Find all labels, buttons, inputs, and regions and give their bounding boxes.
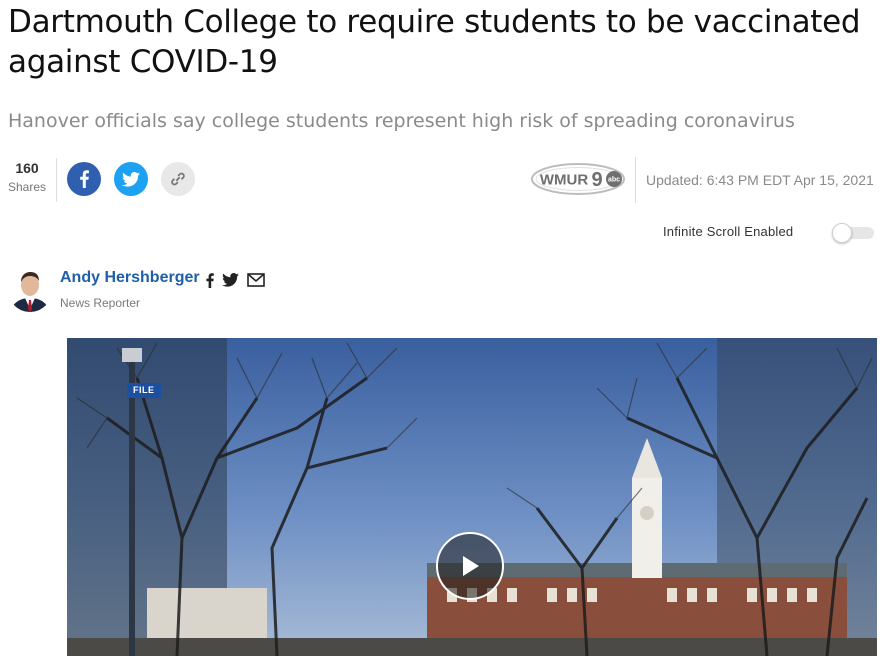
logo-network: abc [608, 177, 620, 184]
video-thumbnail [67, 338, 877, 656]
share-count: 160 Shares [6, 158, 48, 196]
email-icon [247, 273, 265, 287]
toggle-knob [832, 223, 852, 243]
updated-timestamp: Updated: 6:43 PM EDT Apr 15, 2021 [646, 172, 874, 188]
author-twitter-link[interactable] [222, 273, 239, 287]
logo-wordmark: WMUR [540, 172, 588, 189]
author-social-links [206, 271, 273, 289]
infinite-scroll-label: Infinite Scroll Enabled [663, 224, 794, 239]
logo-channel: 9 [591, 169, 602, 191]
author-facebook-link[interactable] [206, 272, 214, 288]
link-icon [171, 172, 185, 186]
video-play-button[interactable] [436, 532, 504, 600]
author-avatar[interactable] [8, 265, 52, 315]
author-role: News Reporter [60, 296, 141, 310]
author-email-link[interactable] [247, 273, 265, 287]
twitter-icon [122, 171, 140, 187]
video-player[interactable] [67, 338, 877, 656]
author-name-link[interactable]: Andy Hershberger [60, 268, 200, 288]
twitter-share-button[interactable] [114, 162, 148, 196]
play-icon [463, 556, 479, 576]
copy-link-button[interactable] [161, 162, 195, 196]
infinite-scroll-toggle[interactable] [832, 223, 874, 243]
article-headline: Dartmouth College to require students to… [8, 4, 861, 80]
facebook-icon [206, 272, 214, 288]
share-divider [56, 158, 57, 202]
article-subheadline: Hanover officials say college students r… [8, 110, 795, 132]
share-count-value: 160 [15, 160, 39, 176]
facebook-share-button[interactable] [67, 162, 101, 196]
twitter-icon [222, 273, 239, 287]
updated-divider [635, 157, 636, 203]
share-count-label: Shares [7, 180, 47, 194]
file-footage-badge: FILE [127, 383, 161, 398]
facebook-icon [80, 170, 89, 188]
wmur-logo: WMUR 9 abc [530, 160, 626, 198]
